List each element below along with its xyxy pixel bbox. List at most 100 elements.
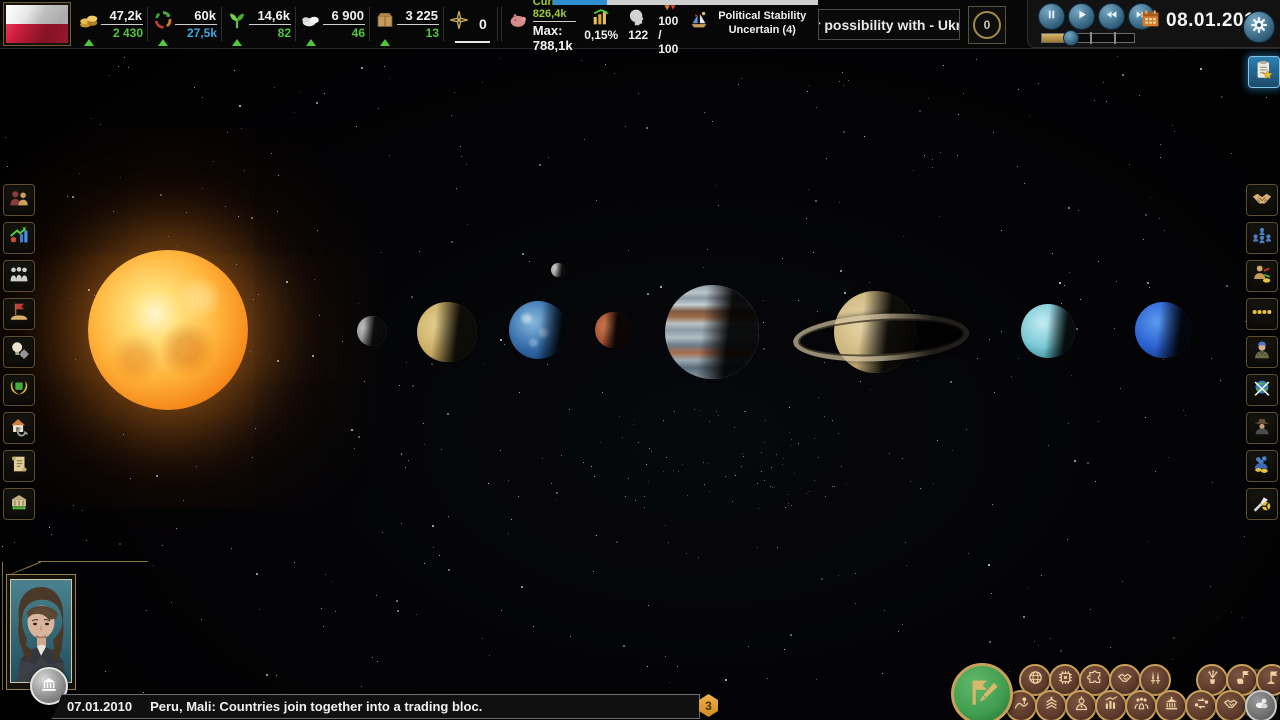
- trend-up-icon: [232, 39, 242, 46]
- more-actions-button[interactable]: [1246, 298, 1278, 330]
- two-people-icon: [8, 187, 30, 214]
- trend-up-icon: [380, 39, 390, 46]
- divider: [369, 7, 370, 41]
- resource-industry[interactable]: 60k27,5k: [151, 0, 218, 48]
- play-button[interactable]: [1068, 3, 1095, 30]
- edit-flag-button[interactable]: [951, 663, 1013, 720]
- population-view-button[interactable]: [1125, 690, 1157, 720]
- stability-label: Political Stability: [718, 10, 806, 24]
- laws-button[interactable]: [3, 450, 35, 482]
- bulb-gear-icon: [8, 339, 30, 366]
- resource-money[interactable]: 47,2k2 430: [77, 0, 144, 48]
- piggy-bank-icon: [507, 9, 529, 39]
- clipboard-star-icon: [1253, 59, 1275, 86]
- finance-chart-icon: [590, 6, 612, 28]
- slider-tick: [1114, 32, 1116, 44]
- economy-button[interactable]: [3, 222, 35, 254]
- resource-value: 0: [473, 16, 493, 32]
- diplomacy-button[interactable]: [1246, 184, 1278, 216]
- capacity-max: Max: 788,1k: [533, 22, 576, 53]
- pause-button[interactable]: [1038, 3, 1065, 30]
- alert-counter-button[interactable]: 0: [968, 6, 1006, 44]
- planet-mercury: [357, 316, 387, 346]
- resource-expansion-points[interactable]: 0: [447, 0, 494, 48]
- environment-button[interactable]: [1245, 690, 1277, 720]
- advisor-panel[interactable]: [6, 574, 76, 690]
- resource-pollution[interactable]: 6 90046: [299, 0, 366, 48]
- divider: [295, 7, 296, 41]
- exchange-gold-icon: [1193, 695, 1210, 717]
- trend-up-icon: [306, 39, 316, 46]
- planet-neptune: [1135, 302, 1191, 358]
- military-button[interactable]: [1246, 336, 1278, 368]
- organizations-button[interactable]: [1246, 222, 1278, 254]
- play-icon: [1075, 8, 1088, 26]
- support-stat[interactable]: 100 / 100: [655, 0, 683, 56]
- divider: [497, 7, 498, 41]
- espionage-button[interactable]: [1246, 412, 1278, 444]
- slower-button[interactable]: [1098, 3, 1125, 30]
- stability-stat[interactable]: Political Stability Uncertain (4): [686, 0, 812, 48]
- alert-counter-value: 0: [973, 11, 1001, 39]
- globe-gold-icon: [1027, 669, 1044, 691]
- crowd-coins-icon: [1251, 453, 1273, 480]
- speed-slider-handle[interactable]: [1063, 30, 1079, 46]
- speed-slider[interactable]: [1041, 33, 1135, 43]
- resource-strip: 47,2k2 43060k27,5k14,6k826 900463 225130: [77, 0, 498, 48]
- sponsorship-button[interactable]: [1246, 450, 1278, 482]
- three-people-icon: [8, 263, 30, 290]
- resource-value: 47,2k: [101, 8, 143, 25]
- statistics-button[interactable]: [1095, 690, 1127, 720]
- coins-icon: [78, 9, 100, 39]
- leaders-button[interactable]: [1065, 690, 1097, 720]
- poland-flag[interactable]: [4, 3, 70, 45]
- people-network-icon: [1251, 225, 1273, 252]
- bank-money-icon: [8, 491, 30, 518]
- divider: [221, 7, 222, 41]
- trend-up-icon: [84, 39, 94, 46]
- trade-button[interactable]: [1246, 260, 1278, 292]
- pause-icon: [1045, 8, 1058, 26]
- planet-uranus: [1021, 304, 1075, 358]
- relations-button[interactable]: [1185, 690, 1217, 720]
- infrastructure-button[interactable]: [3, 412, 35, 444]
- headline-ticker[interactable]: r possibility with - Ukraine: [818, 9, 960, 40]
- nuclear-button[interactable]: [1246, 488, 1278, 520]
- ship-icon: [688, 9, 710, 39]
- treaties-view-button[interactable]: [1215, 690, 1247, 720]
- time-buttons: [1038, 3, 1155, 30]
- treasury-button[interactable]: [3, 488, 35, 520]
- military-ranks-button[interactable]: [1035, 690, 1067, 720]
- sun: [88, 250, 248, 410]
- population-stat[interactable]: 122: [624, 6, 652, 42]
- resource-change: 46: [352, 25, 365, 40]
- divider: [443, 7, 444, 41]
- research-button[interactable]: [3, 336, 35, 368]
- top-bar: 47,2k2 43060k27,5k14,6k826 900463 225130…: [0, 0, 1280, 49]
- settings-button[interactable]: [1243, 11, 1275, 43]
- growth-stat[interactable]: 0,15%: [581, 6, 621, 42]
- resource-goods[interactable]: 3 22513: [373, 0, 440, 48]
- war-button[interactable]: [1246, 374, 1278, 406]
- achievements-button[interactable]: [3, 374, 35, 406]
- resource-change: 2 430: [113, 25, 143, 40]
- demography-button[interactable]: [3, 260, 35, 292]
- planet-earth: [509, 301, 567, 359]
- stability-value: Uncertain (4): [729, 24, 796, 38]
- soldier-icon: [1251, 339, 1273, 366]
- laurel-icon: [8, 377, 30, 404]
- news-bar[interactable]: 07.01.2010 Peru, Mali: Countries join to…: [52, 694, 700, 719]
- politics-button[interactable]: [3, 298, 35, 330]
- government-button[interactable]: [3, 184, 35, 216]
- weather-gray-icon: [1253, 695, 1270, 717]
- red-flag-icon: [8, 301, 30, 328]
- capacity-stat[interactable]: Current: 826,4k Max: 788,1k: [505, 0, 578, 48]
- objectives-button[interactable]: [1248, 56, 1280, 88]
- head-profile-icon: [627, 6, 649, 28]
- resource-agriculture[interactable]: 14,6k82: [225, 0, 292, 48]
- celebration-gold-icon: [1204, 669, 1221, 691]
- top-bar-left-cluster: 47,2k2 43060k27,5k14,6k826 900463 225130…: [0, 0, 812, 48]
- resource-change: 27,5k: [187, 25, 217, 40]
- resource-value: 14,6k: [249, 8, 291, 25]
- government-view-button[interactable]: [1155, 690, 1187, 720]
